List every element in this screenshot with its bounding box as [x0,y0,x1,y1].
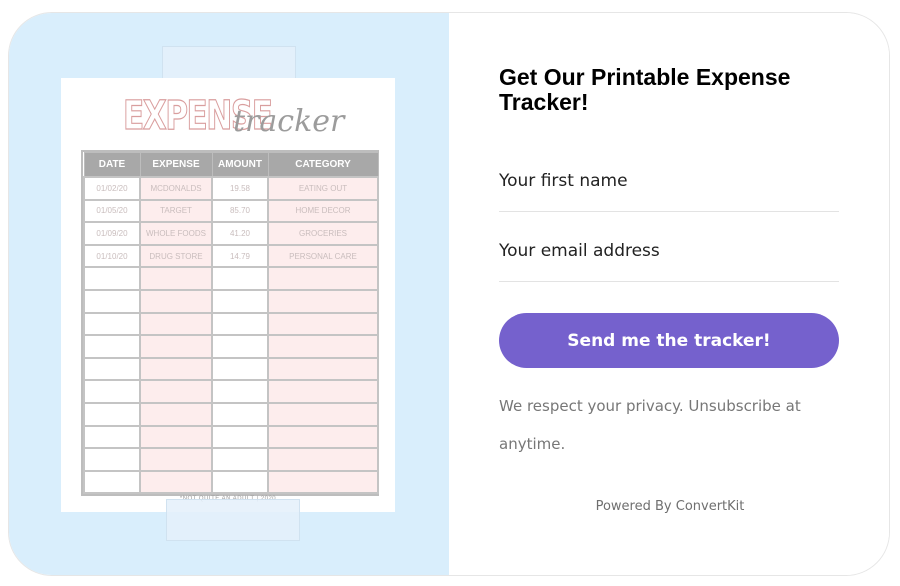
tracker-empty-cell [139,311,213,337]
tracker-empty-row [83,379,379,404]
tracker-empty-cell [211,311,269,337]
email-input[interactable] [499,223,839,279]
tracker-empty-cell [139,447,213,472]
tracker-empty-cell [139,356,213,382]
tracker-empty-row [83,356,379,382]
tracker-cell: 01/09/20 [83,221,141,246]
tracker-empty-row [83,334,379,359]
tracker-table-frame: DATE EXPENSE AMOUNT CATEGORY 01/02/20 MCDONA… [81,150,379,497]
tracker-title: EXPENSE tracker [123,92,353,140]
tracker-empty-cell [83,266,141,291]
tracker-empty-cell [267,447,379,472]
tracker-row: 01/02/20 MCDONALDS 19.58 EATING OUT [83,176,379,201]
tracker-empty-cell [211,288,269,314]
tracker-empty-cell [267,334,379,359]
expense-tracker-preview-image: EXPENSE tracker DATE EXPENSE AMOUNT CATEGOR… [61,78,395,512]
tracker-empty-cell [267,356,379,382]
tracker-column-header: AMOUNT [211,152,269,178]
tracker-empty-cell [211,447,269,472]
image-panel: EXPENSE tracker DATE EXPENSE AMOUNT CATEGOR… [9,13,449,575]
tracker-cell: 41.20 [211,221,269,246]
tracker-row: 01/09/20 WHOLE FOODS 41.20 GROCERIES [83,221,379,246]
tracker-empty-cell [139,379,213,404]
tracker-cell: MCDONALDS [139,176,213,201]
tracker-cell: 19.58 [211,176,269,201]
tracker-cell: 01/10/20 [83,243,141,269]
tracker-empty-cell [211,401,269,427]
tracker-empty-row [83,288,379,314]
tracker-empty-cell [83,311,141,337]
tracker-column-header: CATEGORY [267,152,379,178]
tracker-cell: GROCERIES [267,221,379,246]
form-headline: Get Our Printable Expense Tracker! [499,64,791,115]
tracker-empty-cell [267,266,379,291]
powered-by-convertkit-link[interactable]: Powered By ConvertKit [449,499,889,514]
tracker-title-script: tracker [233,104,345,139]
tracker-empty-row [83,447,379,472]
tracker-empty-row [83,311,379,337]
signup-card: EXPENSE tracker DATE EXPENSE AMOUNT CATEGOR… [8,12,890,576]
tracker-empty-row [83,424,379,450]
tracker-empty-cell [211,334,269,359]
tracker-cell: 01/05/20 [83,198,141,224]
tracker-empty-cell [211,356,269,382]
tracker-cell: 01/02/20 [83,176,141,201]
tracker-empty-cell [83,379,141,404]
tracker-row: 01/10/20 DRUG STORE 14.79 PERSONAL CARE [83,243,379,269]
tracker-empty-cell [83,401,141,427]
tracker-empty-cell [83,334,141,359]
tracker-empty-cell [139,401,213,427]
tracker-empty-row [83,266,379,291]
form-panel: Get Our Printable Expense Tracker! Send … [449,13,889,575]
tracker-empty-cell [83,356,141,382]
tracker-empty-cell [267,424,379,450]
tracker-cell: PERSONAL CARE [267,243,379,269]
tracker-empty-cell [267,288,379,314]
tracker-table: DATE EXPENSE AMOUNT CATEGORY 01/02/20 MCDONA… [83,152,379,495]
tracker-empty-cell [83,469,141,495]
email-field-wrapper [499,223,839,282]
tracker-empty-cell [83,447,141,472]
tracker-empty-cell [211,266,269,291]
tracker-empty-cell [267,401,379,427]
send-tracker-button[interactable]: Send me the tracker! [499,313,839,368]
tracker-cell: 85.70 [211,198,269,224]
tracker-cell: DRUG STORE [139,243,213,269]
tracker-empty-cell [139,266,213,291]
tracker-empty-cell [267,311,379,337]
privacy-notice: We respect your privacy. Unsubscribe at … [499,397,801,453]
tracker-empty-cell [267,469,379,495]
tracker-empty-row [83,469,379,495]
tracker-empty-cell [139,424,213,450]
first-name-field-wrapper [499,153,839,212]
tracker-empty-cell [139,469,213,495]
tracker-cell: HOME DECOR [267,198,379,224]
tracker-column-header: EXPENSE [139,152,213,178]
tracker-empty-cell [211,424,269,450]
tape-bottom-decoration [166,499,300,541]
tracker-empty-cell [83,288,141,314]
tracker-empty-cell [267,379,379,404]
tracker-empty-row [83,401,379,427]
tracker-empty-cell [139,334,213,359]
tracker-row: 01/05/20 TARGET 85.70 HOME DECOR [83,198,379,224]
tracker-empty-cell [211,379,269,404]
tracker-empty-cell [83,424,141,450]
tracker-cell: TARGET [139,198,213,224]
tracker-empty-cell [139,288,213,314]
tracker-cell: EATING OUT [267,176,379,201]
first-name-input[interactable] [499,153,839,209]
tracker-header-row: DATE EXPENSE AMOUNT CATEGORY [83,152,379,178]
tracker-empty-cell [211,469,269,495]
tracker-cell: WHOLE FOODS [139,221,213,246]
tracker-cell: 14.79 [211,243,269,269]
tracker-column-header: DATE [83,152,141,178]
